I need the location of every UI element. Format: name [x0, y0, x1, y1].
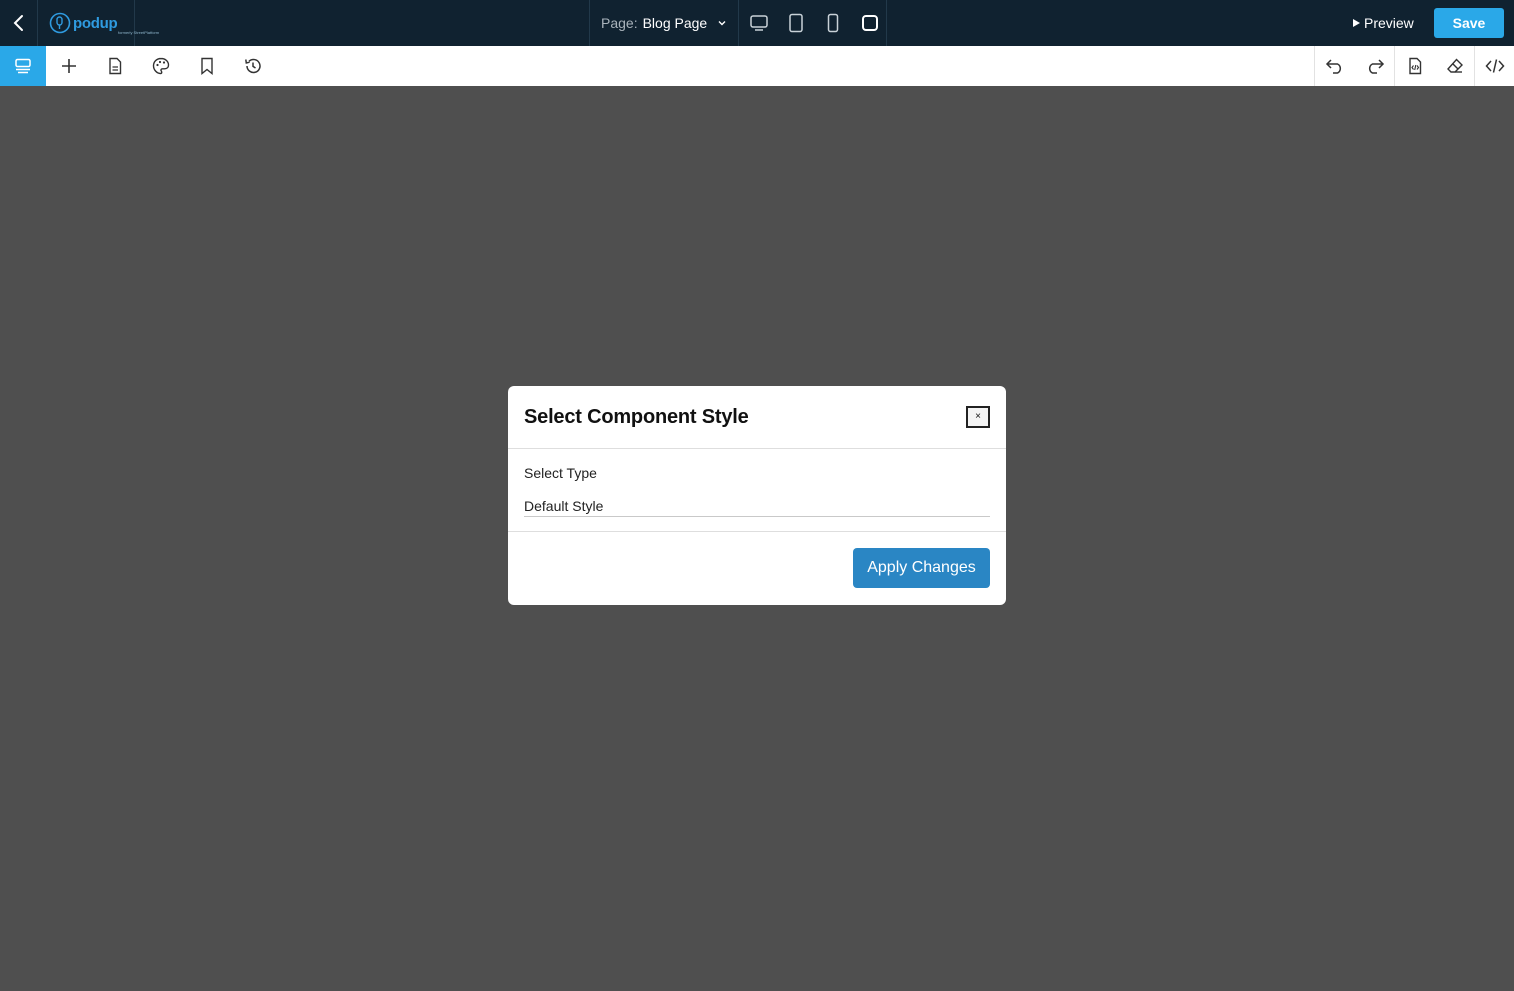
code-view-button[interactable]	[1475, 46, 1514, 86]
layers-button[interactable]	[0, 46, 46, 86]
logo-text: podup	[73, 14, 118, 32]
select-type-label: Select Type	[524, 465, 597, 481]
play-icon	[1351, 18, 1361, 28]
device-fullscreen-button[interactable]	[851, 0, 888, 46]
code-icon	[1484, 58, 1505, 74]
modal-title: Select Component Style	[524, 405, 749, 428]
chevron-left-icon	[12, 14, 26, 32]
page-selector-value: Blog Page	[642, 15, 708, 31]
bookmark-icon	[199, 57, 215, 75]
editor-toolbar	[0, 46, 1514, 86]
device-mobile-button[interactable]	[814, 0, 851, 46]
desktop-icon	[749, 14, 769, 32]
code-file-icon	[1407, 57, 1423, 75]
export-code-button[interactable]	[1395, 46, 1435, 86]
layers-icon	[13, 57, 33, 75]
style-type-value: Default Style	[524, 497, 604, 514]
logo[interactable]: podup formerly StreetPlatform	[38, 0, 159, 46]
modal-body: Select Type Default Style	[508, 449, 1006, 532]
close-button[interactable]: ×	[966, 406, 990, 428]
plus-icon	[60, 57, 78, 75]
device-desktop-button[interactable]	[740, 0, 777, 46]
saved-blocks-button[interactable]	[184, 46, 230, 86]
preview-button[interactable]: Preview	[1351, 12, 1414, 34]
back-button[interactable]	[0, 0, 38, 46]
device-switcher	[740, 0, 888, 46]
clear-canvas-button[interactable]	[1435, 46, 1475, 86]
style-type-select[interactable]: Default Style	[524, 495, 990, 517]
pages-button[interactable]	[92, 46, 138, 86]
page-icon	[107, 57, 123, 75]
modal-header: Select Component Style ×	[508, 386, 1006, 449]
modal-footer: Apply Changes	[508, 532, 1006, 604]
palette-icon	[152, 57, 170, 75]
divider	[886, 0, 887, 46]
undo-button[interactable]	[1315, 46, 1355, 86]
component-style-modal: Select Component Style × Select Type Def…	[508, 386, 1006, 605]
undo-icon	[1325, 58, 1345, 74]
page-selector-label: Page:	[601, 15, 638, 31]
history-button[interactable]	[230, 46, 276, 86]
logo-subtext: formerly StreetPlatform	[118, 30, 160, 35]
chevron-down-icon	[717, 19, 727, 27]
redo-button[interactable]	[1355, 46, 1395, 86]
add-element-button[interactable]	[46, 46, 92, 86]
fullscreen-icon	[861, 14, 879, 32]
tablet-icon	[788, 13, 804, 33]
eraser-icon	[1446, 57, 1464, 75]
top-bar: podup formerly StreetPlatform Page: Blog…	[0, 0, 1514, 46]
page-selector[interactable]: Page: Blog Page	[589, 0, 739, 46]
theme-button[interactable]	[138, 46, 184, 86]
apply-changes-button[interactable]: Apply Changes	[853, 548, 990, 588]
logo-mark-icon	[49, 12, 71, 34]
preview-label: Preview	[1364, 15, 1414, 31]
redo-icon	[1365, 58, 1385, 74]
device-tablet-button[interactable]	[777, 0, 814, 46]
save-button[interactable]: Save	[1434, 8, 1504, 38]
history-icon	[244, 57, 262, 75]
mobile-icon	[826, 13, 840, 33]
